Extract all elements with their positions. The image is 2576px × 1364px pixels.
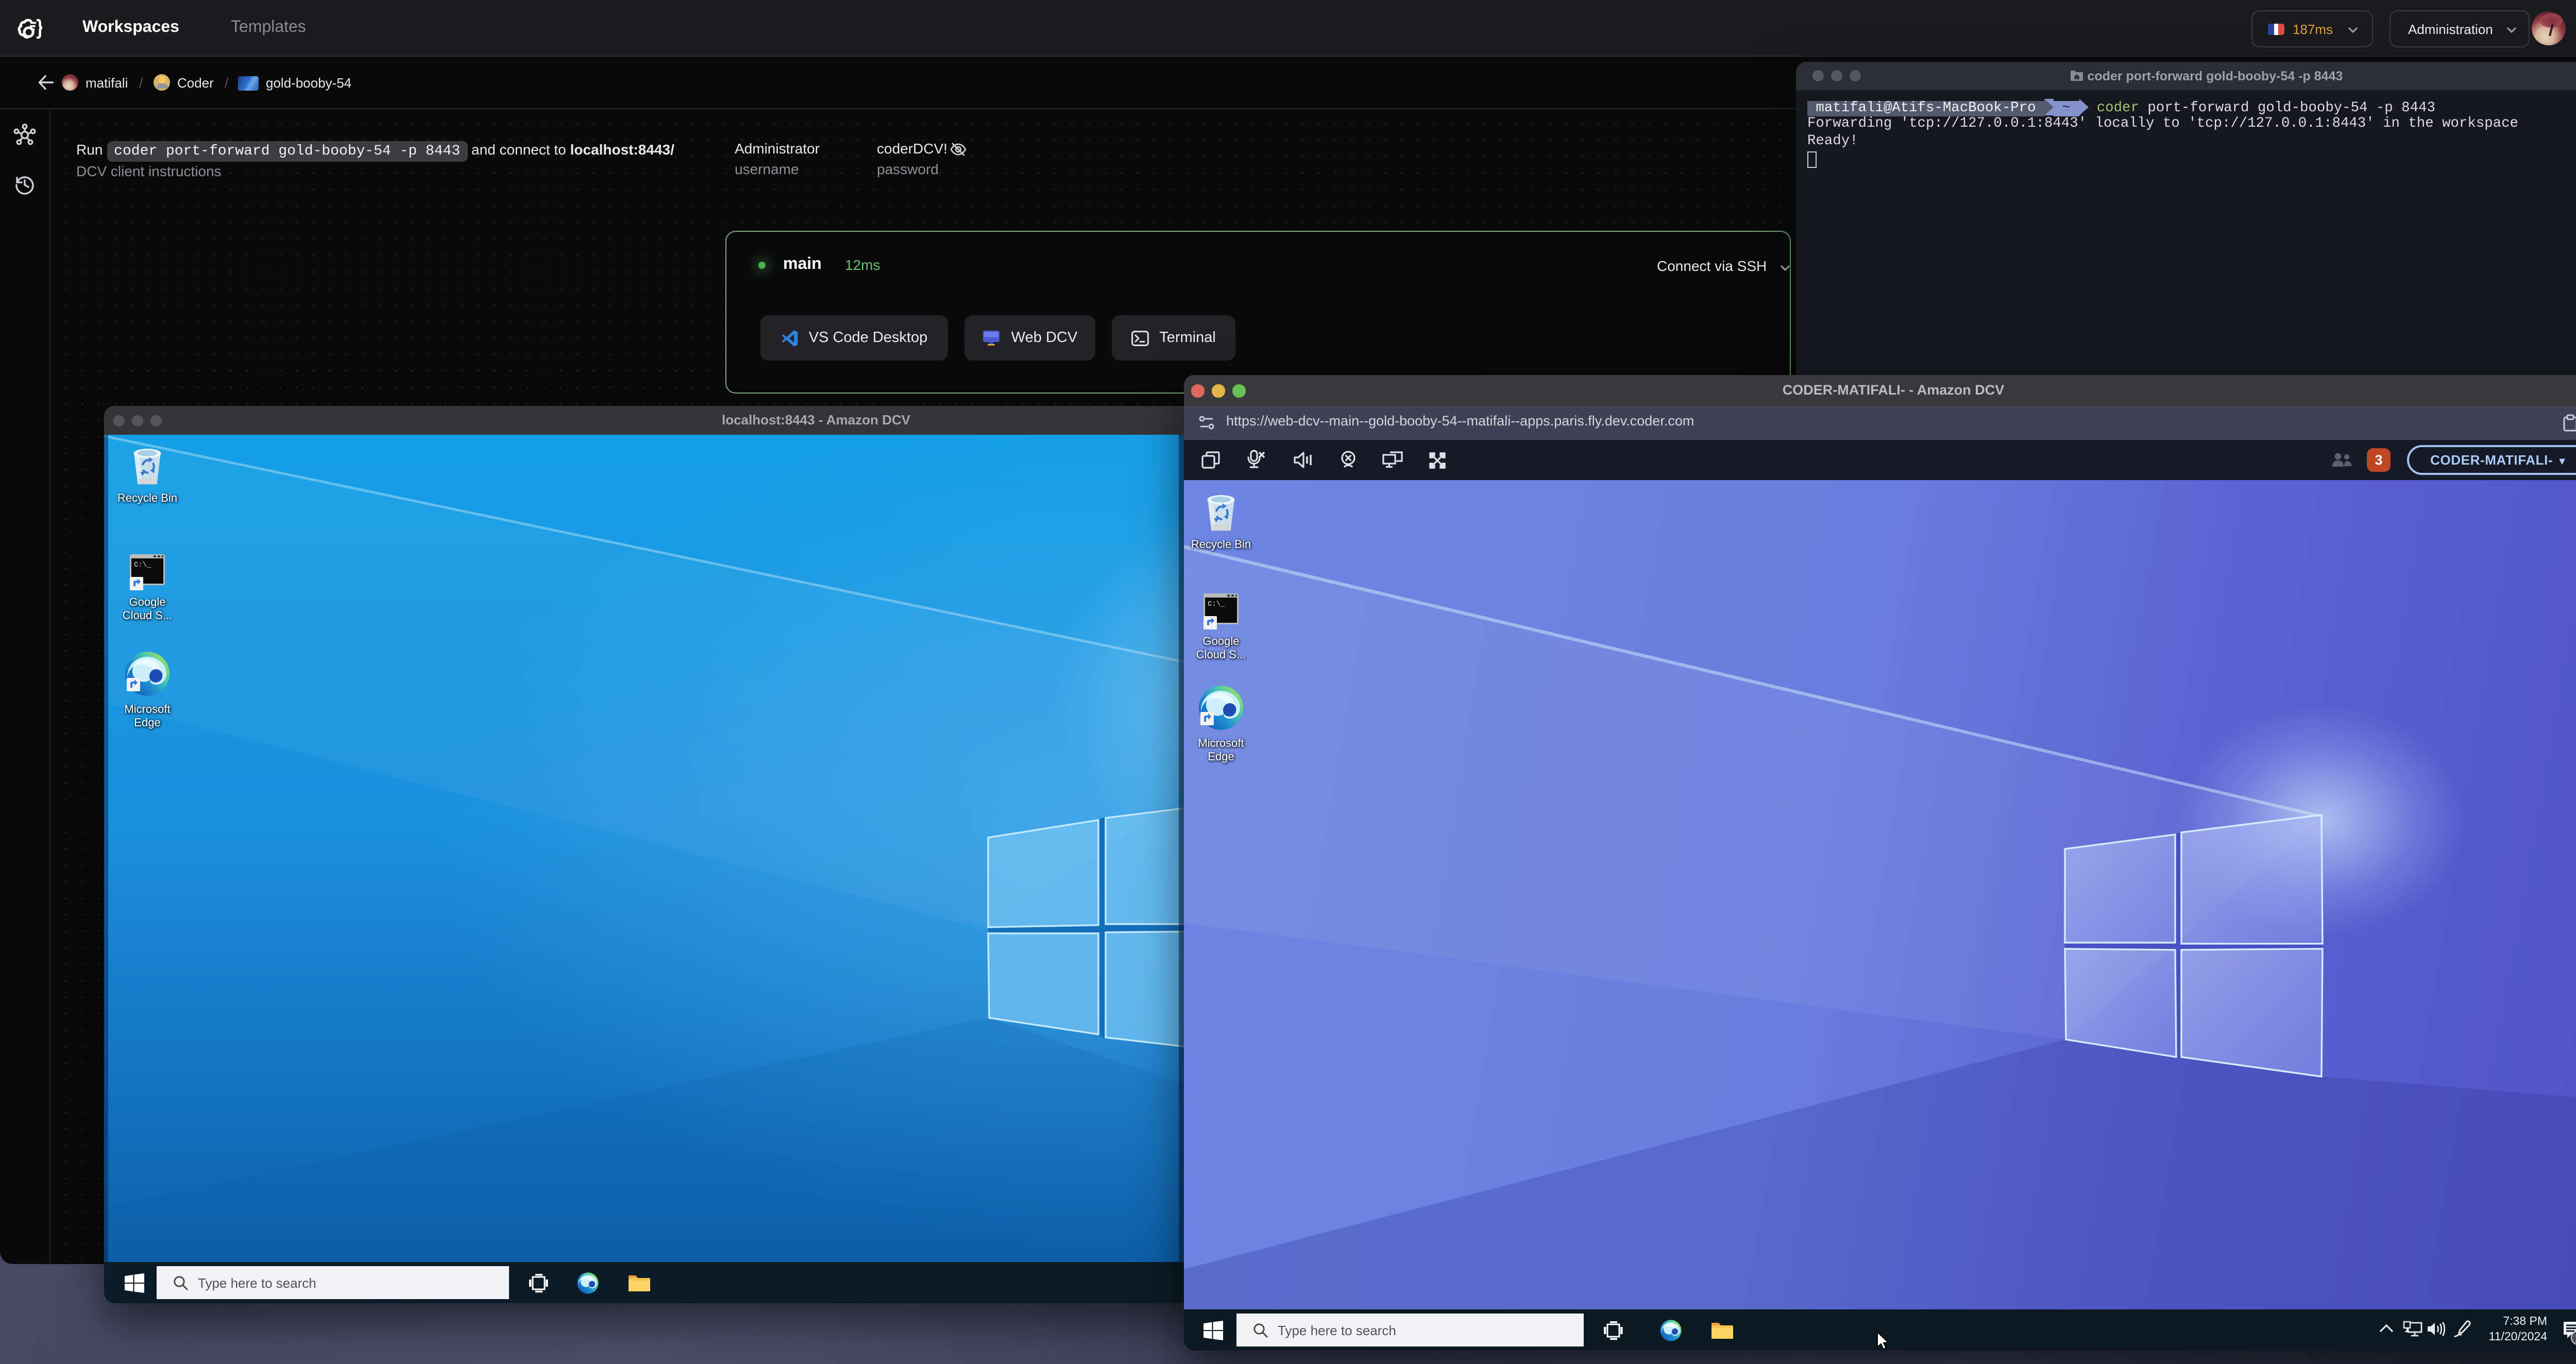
svg-text:C:\_: C:\_ [1208, 600, 1225, 608]
svg-text:C:\_: C:\_ [134, 561, 151, 569]
